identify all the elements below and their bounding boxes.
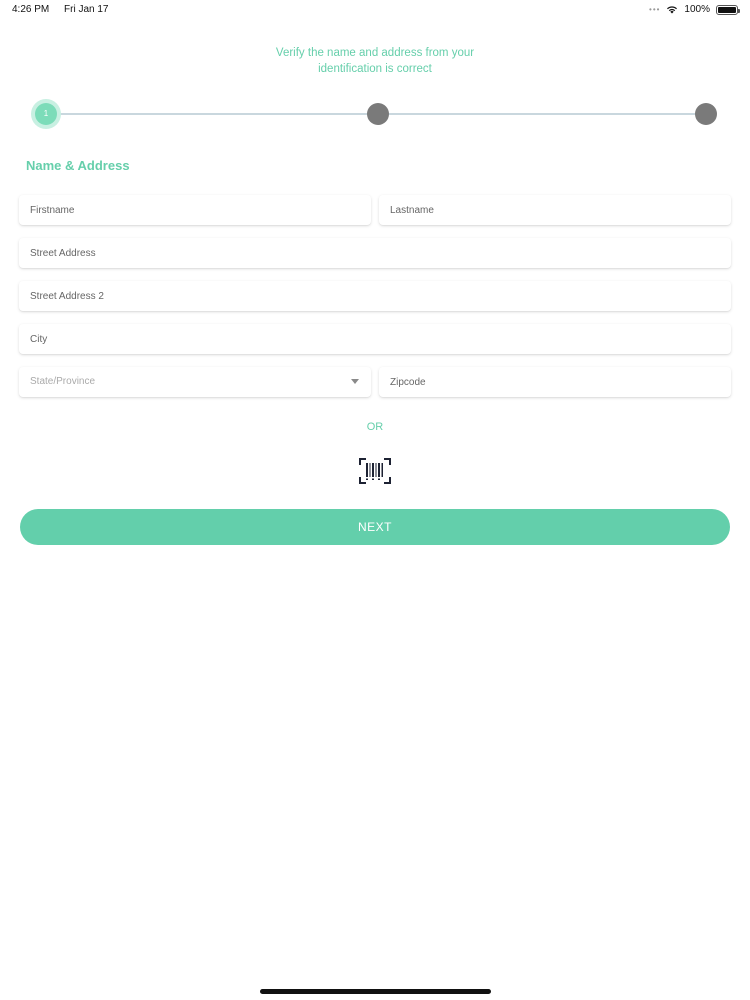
street-address-2-field[interactable] [19,281,731,311]
street-address-input[interactable] [19,238,731,268]
zipcode-field[interactable] [379,367,731,397]
state-province-select[interactable]: State/Province [19,367,371,397]
chevron-down-icon [351,379,359,384]
step-connector-2 [378,113,706,115]
home-indicator[interactable] [260,989,491,994]
instruction-line-1: Verify the name and address from your [275,47,475,59]
street-address-field[interactable] [19,238,731,268]
barcode-scan-button[interactable] [358,457,392,485]
battery-icon [716,4,740,15]
step-2 [367,103,389,125]
step-connector-1 [48,113,378,115]
status-right: ••• 100% [649,4,740,15]
or-divider-label: OR [366,421,384,433]
wifi-icon [667,6,678,14]
instruction-line-2: identification is correct [318,63,432,75]
battery-percent: 100% [684,4,710,15]
street-address-2-input[interactable] [19,281,731,311]
status-bar: 4:26 PM Fri Jan 17 ••• 100% [0,0,750,20]
city-input[interactable] [19,324,731,354]
instruction-text: Verify the name and address from your id… [0,45,750,77]
state-province-placeholder: State/Province [30,376,96,387]
step-3 [695,103,717,125]
city-field[interactable] [19,324,731,354]
firstname-field[interactable] [19,195,371,225]
barcode-scan-icon [359,458,391,484]
status-date: Fri Jan 17 [64,4,109,15]
next-button[interactable]: NEXT [20,509,730,545]
status-left: 4:26 PM Fri Jan 17 [12,4,121,15]
lastname-input[interactable] [379,195,731,225]
section-title: Name & Address [26,158,130,173]
step-1-active: 1 [35,103,57,125]
lastname-field[interactable] [379,195,731,225]
progress-stepper: 1 [0,100,750,128]
multitasking-dots-icon: ••• [649,5,661,14]
status-time: 4:26 PM [12,4,50,15]
zipcode-input[interactable] [379,367,731,397]
firstname-input[interactable] [19,195,371,225]
